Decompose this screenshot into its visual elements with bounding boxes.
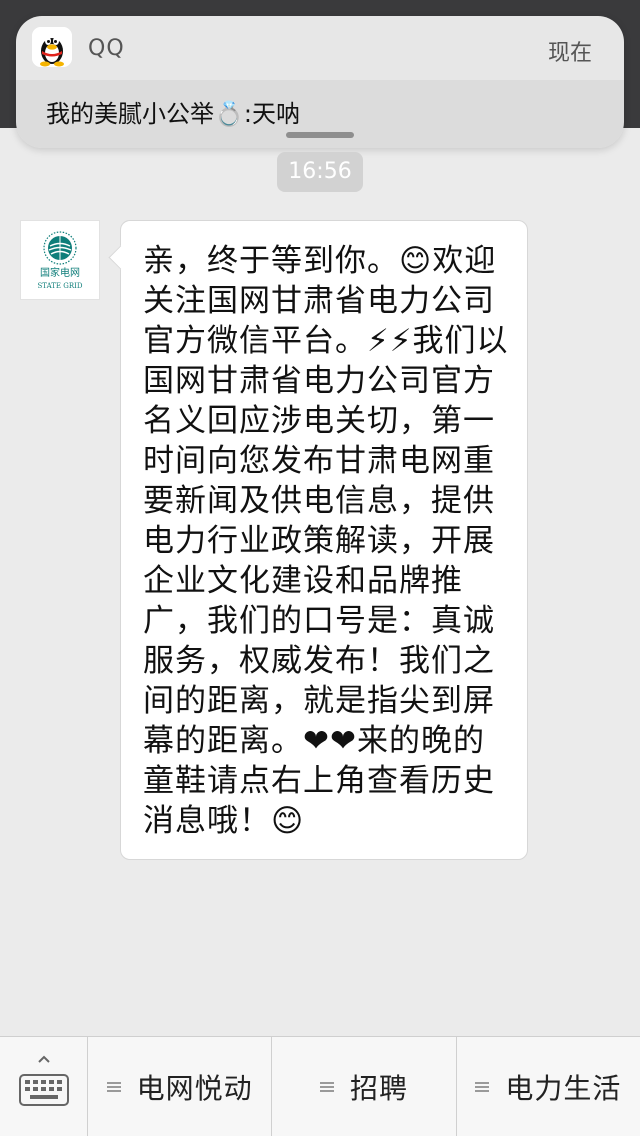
avatar-name-cn: 国家电网 (40, 266, 80, 279)
menu-item-label: 招聘 (349, 1071, 408, 1105)
notification-message: 我的美腻小公举💍:天呐 (46, 100, 300, 128)
menu-item-label: 电网悦动 (136, 1071, 253, 1105)
menu-item-grid-news[interactable]: 电网悦动 (88, 1037, 273, 1136)
notification-body: 我的美腻小公举💍:天呐 (16, 80, 624, 148)
push-notification[interactable]: QQ 现在 我的美腻小公举💍:天呐 (16, 16, 624, 148)
menu-list-icon (106, 1080, 121, 1094)
menu-list-icon (475, 1080, 490, 1094)
notification-app-name: QQ (88, 36, 125, 61)
state-grid-logo-icon: 国家电网 STATE GRID (38, 231, 83, 290)
message-text: 亲，终于等到你。😊欢迎关注国网甘肃省电力公司官方微信平台。⚡⚡我们以国网甘肃省电… (143, 243, 509, 839)
notification-time: 现在 (547, 41, 592, 66)
menu-item-recruitment[interactable]: 招聘 (272, 1037, 457, 1136)
notification-header: QQ 现在 (16, 16, 624, 80)
message-bubble[interactable]: 亲，终于等到你。😊欢迎关注国网甘肃省电力公司官方微信平台。⚡⚡我们以国网甘肃省电… (120, 220, 528, 860)
notification-grabber-handle[interactable] (286, 132, 354, 138)
avatar-name-en: STATE GRID (38, 282, 83, 290)
menu-item-label: 电力生活 (505, 1071, 622, 1105)
menu-item-power-life[interactable]: 电力生活 (457, 1037, 640, 1136)
keyboard-icon (19, 1055, 69, 1106)
avatar[interactable]: 国家电网 STATE GRID (20, 220, 100, 300)
menu-list-icon (319, 1080, 334, 1094)
bottom-menu-bar: 电网悦动 招聘 电力生活 (0, 1036, 640, 1136)
qq-penguin-icon (32, 27, 72, 67)
keyboard-toggle-button[interactable] (0, 1037, 88, 1136)
chat-timestamp: 16:56 (277, 152, 363, 192)
